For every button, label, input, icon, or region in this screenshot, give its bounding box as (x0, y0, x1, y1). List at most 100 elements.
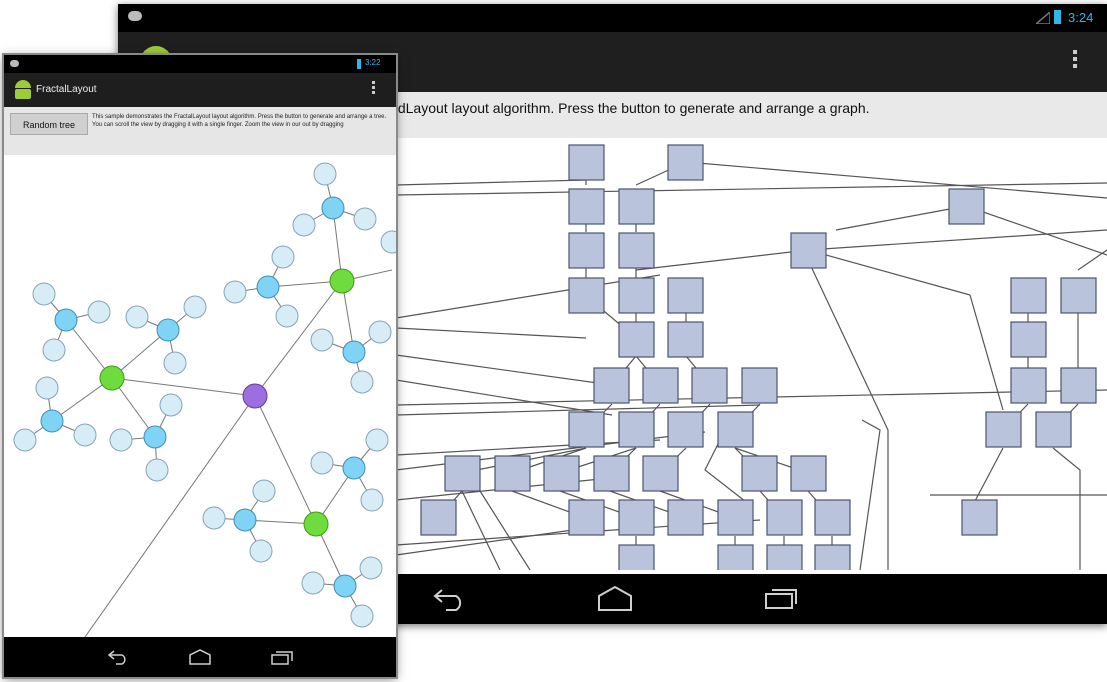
phone-app-title: FractalLayout (36, 84, 97, 95)
tree-leaf-node (353, 207, 377, 231)
tablet-clock: 3:24 (1068, 10, 1094, 25)
phone-clock: 3:22 (365, 58, 381, 67)
graph-node (1060, 277, 1097, 314)
graph-node (593, 455, 630, 492)
fractal-inner-nodes (40, 196, 366, 598)
tree-leaf-node (42, 338, 66, 362)
graph-node (741, 455, 778, 492)
graph-node (667, 499, 704, 536)
graph-node (961, 499, 998, 536)
tree-leaf-node (360, 488, 384, 512)
tree-inner-node (54, 308, 78, 332)
home-icon[interactable] (595, 584, 635, 612)
layered-graph[interactable] (396, 138, 1107, 570)
android-robot-icon (12, 78, 34, 102)
graph-node (1010, 277, 1047, 314)
tree-inner-node (321, 196, 345, 220)
random-tree-button[interactable]: Random tree (10, 113, 88, 135)
tree-inner-node (233, 508, 257, 532)
graph-node (618, 277, 655, 314)
graph-node (568, 411, 605, 448)
graph-node (568, 499, 605, 536)
graph-node (642, 455, 679, 492)
tree-leaf-node (350, 370, 374, 394)
tree-root-node (242, 383, 268, 409)
fractal-leaf-nodes (13, 162, 396, 628)
tree-leaf-node (109, 428, 133, 452)
tree-leaf-node (301, 571, 325, 595)
home-icon[interactable] (187, 647, 213, 667)
tree-hub-node (99, 365, 125, 391)
battery-icon (357, 59, 361, 69)
notification-icon (128, 11, 142, 21)
graph-node (618, 544, 655, 570)
tree-hub-node (329, 268, 355, 294)
recent-apps-icon[interactable] (763, 584, 801, 612)
recent-apps-icon[interactable] (270, 647, 296, 667)
tree-leaf-node (310, 328, 334, 352)
graph-node (790, 232, 827, 269)
graph-node (618, 411, 655, 448)
tree-leaf-node (313, 162, 337, 186)
graph-node (717, 544, 754, 570)
tree-inner-node (333, 574, 357, 598)
tree-inner-node (256, 275, 280, 299)
graph-node (667, 144, 704, 181)
graph-node (766, 499, 803, 536)
graph-node (667, 321, 704, 358)
tree-leaf-node (292, 213, 316, 237)
graph-node (543, 455, 580, 492)
tree-leaf-node (310, 451, 334, 475)
back-icon[interactable] (430, 586, 466, 612)
tree-inner-node (143, 425, 167, 449)
phone-status-bar: 3:22 (4, 55, 396, 73)
graph-node (1010, 321, 1047, 358)
tree-inner-node (156, 318, 180, 342)
back-icon[interactable] (106, 648, 130, 666)
tree-leaf-node (202, 506, 226, 530)
tree-leaf-node (73, 423, 97, 447)
fractal-tree-edges (24, 173, 393, 637)
graph-node (618, 232, 655, 269)
tree-leaf-node (380, 230, 396, 254)
graph-node (568, 144, 605, 181)
graph-node (948, 188, 985, 225)
tree-leaf-node (159, 393, 183, 417)
graph-node (618, 499, 655, 536)
tree-leaf-node (145, 458, 169, 482)
tree-leaf-node (87, 300, 111, 324)
overflow-menu-icon[interactable] (372, 81, 375, 97)
tree-leaf-node (249, 539, 273, 563)
graph-node (568, 277, 605, 314)
tree-leaf-node (271, 245, 295, 269)
phone-description: This sample demonstrates the FractalLayo… (92, 114, 387, 128)
graph-node (814, 499, 851, 536)
graph-node (593, 367, 630, 404)
tree-leaf-node (125, 305, 149, 329)
graph-node (717, 411, 754, 448)
graph-node (1060, 367, 1097, 404)
fractal-tree[interactable] (4, 155, 396, 637)
tablet-status-bar: 3:24 (118, 4, 1107, 32)
graph-node (642, 367, 679, 404)
graph-node (444, 455, 481, 492)
graph-node (1035, 411, 1072, 448)
notification-icon (10, 60, 19, 67)
layered-graph-nodes (420, 144, 1097, 570)
graph-node (691, 367, 728, 404)
signal-icon (1036, 12, 1050, 24)
graph-node (814, 544, 851, 570)
tree-leaf-node (359, 556, 383, 580)
tree-hub-node (303, 511, 329, 537)
tree-inner-node (40, 409, 64, 433)
graph-node (717, 499, 754, 536)
overflow-menu-icon[interactable] (1073, 50, 1077, 71)
tree-inner-node (342, 340, 366, 364)
graph-node (568, 232, 605, 269)
graph-node (494, 455, 531, 492)
phone-screenshot: 3:22 FractalLayout Random tree This samp… (4, 55, 396, 677)
tree-leaf-node (252, 479, 276, 503)
graph-node (766, 544, 803, 570)
tree-leaf-node (35, 376, 59, 400)
graph-node (790, 455, 827, 492)
